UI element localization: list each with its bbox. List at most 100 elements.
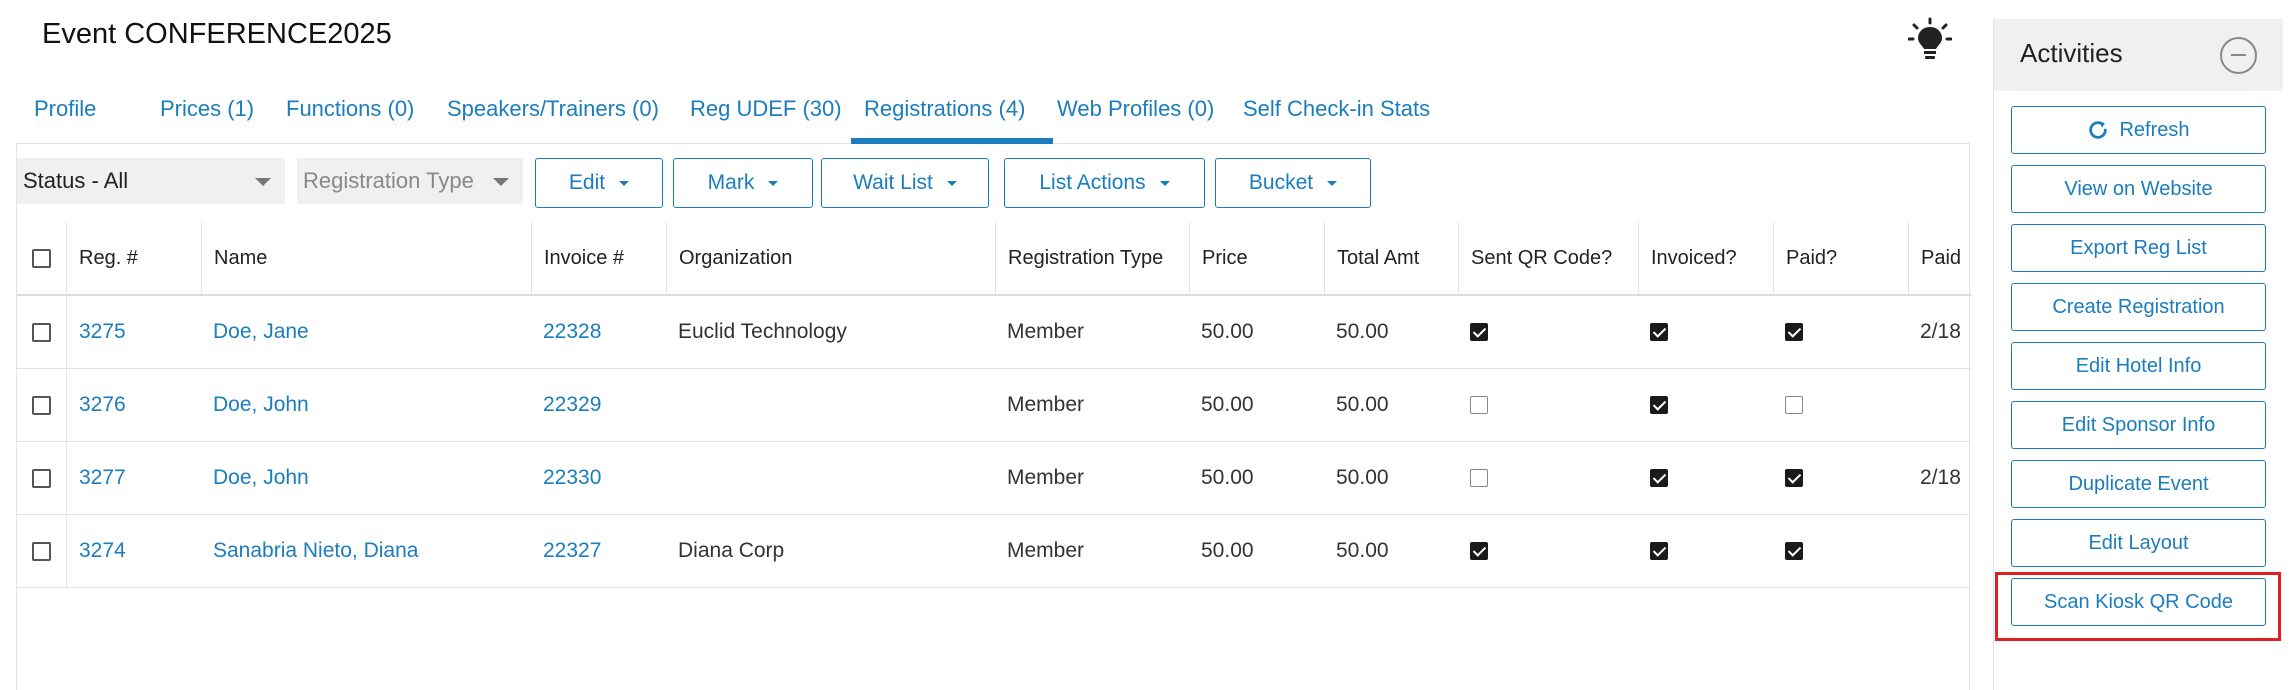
- invoiced-checkbox: [1650, 542, 1668, 560]
- table-row[interactable]: 3274 Sanabria Nieto, Diana 22327 Diana C…: [17, 515, 1971, 588]
- invoice-number-link[interactable]: 22328: [531, 296, 666, 368]
- list-actions-menu-label: List Actions: [1039, 171, 1146, 194]
- organization-cell: Euclid Technology: [678, 320, 847, 343]
- registration-type-cell: Member: [1007, 466, 1085, 489]
- tab-web-profiles[interactable]: Web Profiles (0): [1057, 96, 1214, 122]
- registration-type-cell: Member: [1007, 539, 1085, 562]
- caret-down-icon: [946, 180, 957, 186]
- price-cell: 50.00: [1201, 393, 1254, 416]
- paid-cell: [1773, 515, 1908, 587]
- invoice-number-link[interactable]: 22330: [531, 442, 666, 514]
- paid-checkbox: [1785, 469, 1803, 487]
- column-header-paid-date[interactable]: Paid: [1908, 222, 1971, 294]
- create-registration-button[interactable]: Create Registration: [2011, 283, 2266, 331]
- organization-cell: Diana Corp: [678, 539, 785, 562]
- column-header-reg[interactable]: Reg. #: [66, 222, 201, 294]
- page-title: Event CONFERENCE2025: [42, 18, 392, 50]
- collapse-minus-icon[interactable]: [2220, 37, 2257, 74]
- select-all-checkbox[interactable]: [32, 248, 51, 268]
- reg-number-link[interactable]: 3275: [66, 296, 201, 368]
- paid-date-cell: [1908, 515, 1971, 587]
- registration-type-cell: Member: [1007, 320, 1085, 343]
- edit-menu-button[interactable]: Edit: [535, 158, 663, 208]
- edit-hotel-info-button[interactable]: Edit Hotel Info: [2011, 342, 2266, 390]
- total-amt-cell: 50.00: [1336, 539, 1389, 562]
- tab-prices[interactable]: Prices (1): [160, 96, 254, 122]
- duplicate-event-button[interactable]: Duplicate Event: [2011, 460, 2266, 508]
- table-row[interactable]: 3275 Doe, Jane 22328 Euclid Technology M…: [17, 296, 1971, 369]
- refresh-icon: [2089, 121, 2108, 139]
- invoice-number-link[interactable]: 22329: [531, 369, 666, 441]
- invoice-number-link[interactable]: 22327: [531, 515, 666, 587]
- bucket-menu-label: Bucket: [1248, 171, 1314, 194]
- tab-registrations[interactable]: Registrations (4): [864, 96, 1025, 122]
- status-filter-dropdown[interactable]: Status - All: [17, 158, 285, 204]
- paid-checkbox: [1785, 396, 1803, 414]
- column-header-total-amt[interactable]: Total Amt: [1324, 222, 1458, 294]
- price-cell: 50.00: [1201, 466, 1254, 489]
- sent-qr-checkbox: [1470, 469, 1488, 487]
- column-header-invoice[interactable]: Invoice #: [531, 222, 666, 294]
- invoiced-checkbox: [1650, 469, 1668, 487]
- registrations-grid: Status - All Registration Type Edit Mark…: [16, 144, 1971, 690]
- wait-list-menu-button[interactable]: Wait List: [821, 158, 989, 208]
- bucket-menu-button[interactable]: Bucket: [1215, 158, 1371, 208]
- view-on-website-button[interactable]: View on Website: [2011, 165, 2266, 213]
- total-amt-cell: 50.00: [1336, 320, 1389, 343]
- row-select-cell: [17, 442, 66, 514]
- column-header-price[interactable]: Price: [1189, 222, 1324, 294]
- edit-layout-button[interactable]: Edit Layout: [2011, 519, 2266, 567]
- paid-date-cell: 2/18: [1920, 320, 1961, 343]
- row-select-checkbox[interactable]: [32, 395, 51, 415]
- organization-cell: [666, 442, 995, 514]
- tab-functions[interactable]: Functions (0): [286, 96, 414, 122]
- main-content: Event CONFERENCE2025 Profile Prices (1) …: [0, 0, 1990, 690]
- registrant-name-link[interactable]: Doe, Jane: [201, 296, 531, 368]
- highlight-box: [1995, 572, 2281, 641]
- column-header-paid[interactable]: Paid?: [1773, 222, 1908, 294]
- mark-menu-button[interactable]: Mark: [673, 158, 813, 208]
- export-reg-list-button[interactable]: Export Reg List: [2011, 224, 2266, 272]
- registrant-name-link[interactable]: Doe, John: [201, 369, 531, 441]
- row-select-cell: [17, 296, 66, 368]
- table-row[interactable]: 3277 Doe, John 22330 Member 50.00 50.00 …: [17, 442, 1971, 515]
- sent-qr-cell: [1458, 369, 1638, 441]
- tab-reg-udef[interactable]: Reg UDEF (30): [690, 96, 842, 122]
- refresh-label: Refresh: [2119, 118, 2190, 141]
- chevron-down-icon: [493, 178, 509, 186]
- caret-down-icon: [619, 180, 630, 186]
- total-amt-cell: 50.00: [1336, 393, 1389, 416]
- column-header-sent-qr-code[interactable]: Sent QR Code?: [1458, 222, 1638, 294]
- caret-down-icon: [1159, 180, 1170, 186]
- reg-number-link[interactable]: 3274: [66, 515, 201, 587]
- column-header-organization[interactable]: Organization: [666, 222, 995, 294]
- paid-date-cell: [1908, 369, 1971, 441]
- sent-qr-checkbox: [1470, 323, 1488, 341]
- refresh-button[interactable]: Refresh: [2011, 106, 2266, 154]
- reg-number-link[interactable]: 3277: [66, 442, 201, 514]
- column-header-invoiced[interactable]: Invoiced?: [1638, 222, 1773, 294]
- tab-speakers-trainers[interactable]: Speakers/Trainers (0): [447, 96, 659, 122]
- row-select-checkbox[interactable]: [32, 322, 51, 342]
- list-actions-menu-button[interactable]: List Actions: [1004, 158, 1205, 208]
- row-select-checkbox[interactable]: [32, 541, 51, 561]
- lightbulb-icon[interactable]: [1908, 17, 1952, 63]
- paid-cell: [1773, 442, 1908, 514]
- edit-sponsor-info-button[interactable]: Edit Sponsor Info: [2011, 401, 2266, 449]
- activities-title: Activities: [2020, 38, 2123, 68]
- reg-number-link[interactable]: 3276: [66, 369, 201, 441]
- row-select-checkbox[interactable]: [32, 468, 51, 488]
- tab-profile[interactable]: Profile: [34, 96, 96, 122]
- column-header-registration-type[interactable]: Registration Type: [995, 222, 1189, 294]
- table-row[interactable]: 3276 Doe, John 22329 Member 50.00 50.00: [17, 369, 1971, 442]
- registration-type-filter-dropdown[interactable]: Registration Type: [297, 158, 523, 204]
- registrant-name-link[interactable]: Doe, John: [201, 442, 531, 514]
- row-select-cell: [17, 369, 66, 441]
- invoiced-checkbox: [1650, 323, 1668, 341]
- chevron-down-icon: [255, 178, 271, 186]
- registration-type-cell: Member: [1007, 393, 1085, 416]
- tab-bar: Profile Prices (1) Functions (0) Speaker…: [16, 88, 1970, 144]
- tab-self-check-in-stats[interactable]: Self Check-in Stats: [1243, 96, 1430, 122]
- registrant-name-link[interactable]: Sanabria Nieto, Diana: [201, 515, 531, 587]
- column-header-name[interactable]: Name: [201, 222, 531, 294]
